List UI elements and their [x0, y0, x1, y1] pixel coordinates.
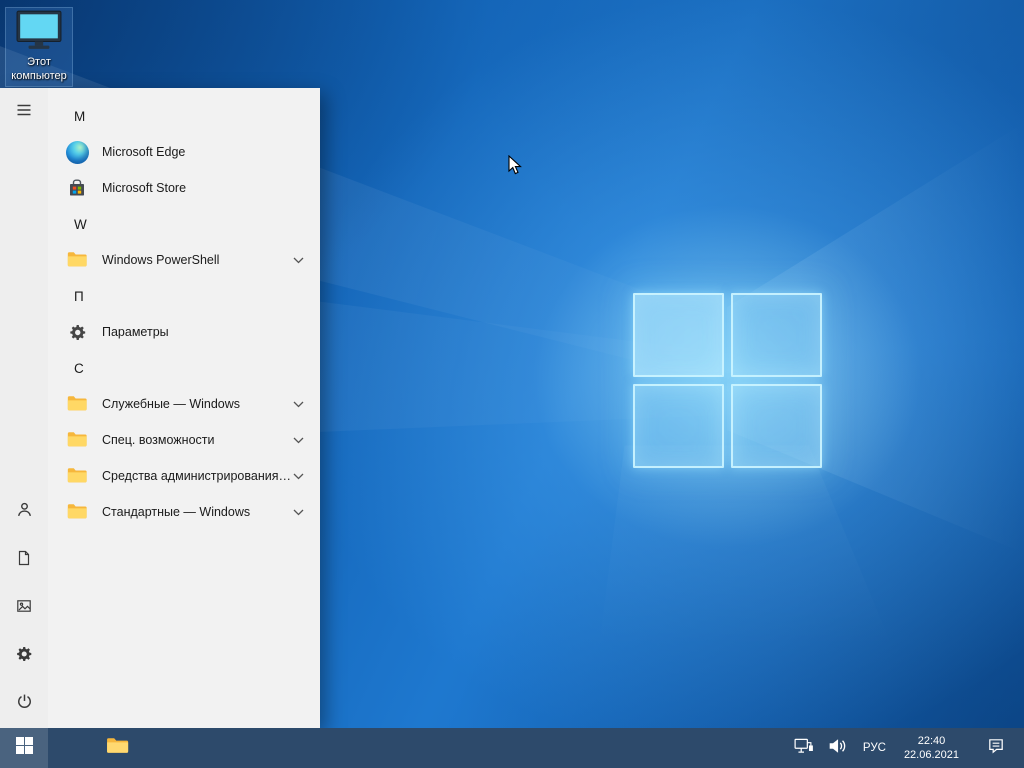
windows-logo-pane: [633, 384, 724, 468]
account-button[interactable]: [0, 488, 48, 536]
chevron-down-icon[interactable]: [293, 473, 304, 480]
chevron-down-icon[interactable]: [293, 257, 304, 264]
store-icon: [65, 176, 89, 200]
app-item-microsoft-edge[interactable]: Microsoft Edge: [48, 134, 320, 170]
app-item-ease-of-access[interactable]: Спец. возможности: [48, 422, 320, 458]
network-icon: [794, 738, 814, 759]
start-button[interactable]: [0, 728, 48, 768]
desktop-icon-label: Этот компьютер: [7, 56, 71, 84]
cursor-arrow-icon: [508, 163, 523, 180]
start-app-list: M Microsoft Edge Microsoft Store: [48, 88, 320, 728]
settings-button[interactable]: [0, 632, 48, 680]
file-explorer-icon: [105, 733, 130, 763]
folder-icon: [65, 392, 89, 416]
app-item-label: Windows PowerShell: [102, 253, 219, 267]
power-button[interactable]: [0, 680, 48, 728]
folder-icon: [65, 500, 89, 524]
windows-logo-pane: [731, 293, 822, 377]
network-tray-button[interactable]: [787, 728, 821, 768]
chevron-down-icon[interactable]: [293, 437, 304, 444]
section-header-w[interactable]: W: [48, 206, 320, 242]
chevron-down-icon[interactable]: [293, 509, 304, 516]
pictures-icon: [16, 598, 32, 619]
app-item-label: Спец. возможности: [102, 433, 214, 447]
documents-button[interactable]: [0, 536, 48, 584]
taskbar-file-explorer-button[interactable]: [94, 728, 140, 768]
windows-logo-wallpaper: [633, 293, 822, 468]
folder-icon: [65, 464, 89, 488]
taskbar: РУС 22:40 22.06.2021: [0, 728, 1024, 768]
section-header-s[interactable]: С: [48, 350, 320, 386]
desktop-icon-this-pc[interactable]: Этот компьютер: [6, 8, 72, 86]
clock[interactable]: 22:40 22.06.2021: [895, 728, 968, 768]
volume-tray-button[interactable]: [821, 728, 854, 768]
clock-date: 22.06.2021: [904, 748, 959, 762]
windows-flag-icon: [16, 737, 33, 759]
desktop-wallpaper: Этот компьютер: [0, 0, 1024, 768]
start-menu-rail: [0, 88, 48, 728]
volume-icon: [828, 738, 847, 759]
windows-logo-pane: [633, 293, 724, 377]
app-item-microsoft-store[interactable]: Microsoft Store: [48, 170, 320, 206]
app-item-windows-powershell[interactable]: Windows PowerShell: [48, 242, 320, 278]
app-item-windows-accessories[interactable]: Стандартные — Windows: [48, 494, 320, 530]
app-item-label: Стандартные — Windows: [102, 505, 250, 519]
section-header-m[interactable]: M: [48, 98, 320, 134]
app-item-label: Средства администрирования W…: [102, 469, 293, 483]
folder-icon: [65, 428, 89, 452]
taskbar-empty-area: [140, 728, 787, 768]
document-icon: [16, 550, 32, 571]
app-item-windows-system[interactable]: Служебные — Windows: [48, 386, 320, 422]
app-item-label: Microsoft Store: [102, 181, 186, 195]
user-icon: [16, 501, 33, 523]
language-indicator[interactable]: РУС: [854, 728, 895, 768]
action-center-button[interactable]: [968, 728, 1024, 768]
action-center-icon: [987, 737, 1005, 760]
windows-logo-pane: [731, 384, 822, 468]
chevron-down-icon[interactable]: [293, 401, 304, 408]
app-item-label: Служебные — Windows: [102, 397, 240, 411]
settings-gear-icon: [15, 645, 33, 668]
power-icon: [16, 693, 33, 715]
folder-icon: [65, 248, 89, 272]
edge-icon: [65, 140, 89, 164]
app-item-label: Параметры: [102, 325, 169, 339]
system-tray: РУС 22:40 22.06.2021: [787, 728, 1024, 768]
hamburger-icon: [16, 102, 32, 123]
start-menu: M Microsoft Edge Microsoft Store: [0, 88, 320, 728]
clock-time: 22:40: [904, 734, 959, 748]
taskbar-edge-button[interactable]: [48, 728, 94, 768]
section-header-p[interactable]: П: [48, 278, 320, 314]
app-item-label: Microsoft Edge: [102, 145, 185, 159]
pictures-button[interactable]: [0, 584, 48, 632]
mouse-cursor: [508, 155, 523, 181]
app-item-admin-tools[interactable]: Средства администрирования W…: [48, 458, 320, 494]
app-item-settings[interactable]: Параметры: [48, 314, 320, 350]
gear-icon: [65, 320, 89, 344]
expand-menu-button[interactable]: [0, 88, 48, 136]
computer-icon: [16, 10, 62, 55]
